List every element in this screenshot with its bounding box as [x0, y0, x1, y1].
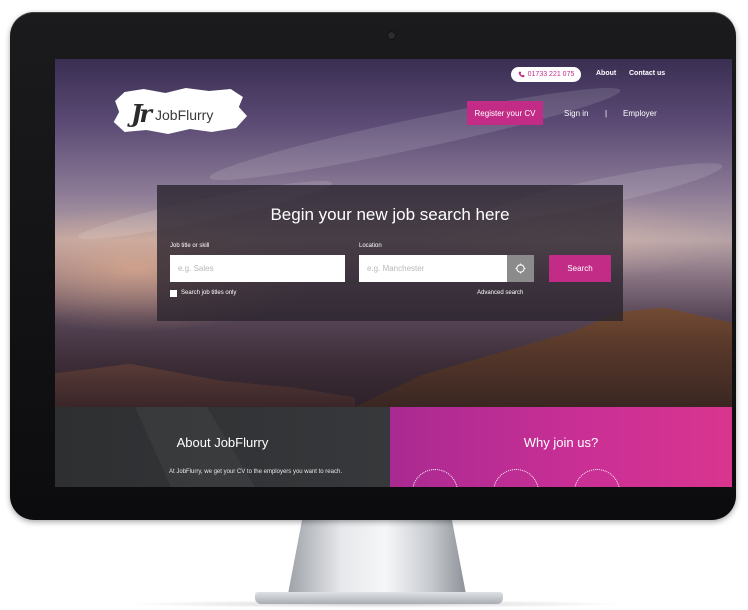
phone-button[interactable]: 01733 221 075: [511, 67, 581, 82]
job-titles-only-label: Search job titles only: [181, 290, 237, 296]
job-title-placeholder: e.g. Sales: [178, 264, 214, 273]
benefit-circle: [493, 469, 539, 487]
sky-cloud: [206, 75, 624, 193]
job-title-label: Job title or skill: [170, 243, 210, 249]
job-title-input[interactable]: e.g. Sales: [170, 255, 345, 282]
about-link[interactable]: About: [596, 70, 616, 77]
logo-mark[interactable]: Jr: [131, 99, 152, 128]
advanced-search-link[interactable]: Advanced search: [477, 290, 523, 296]
location-input[interactable]: e.g. Manchester: [359, 255, 507, 282]
search-title: Begin your new job search here: [270, 205, 510, 224]
register-cv-button[interactable]: Register your CV: [467, 101, 543, 125]
monitor-bezel: Jr JobFlurry 01733 221 075 About Contact…: [10, 12, 736, 520]
locate-button[interactable]: [507, 255, 534, 282]
employer-link[interactable]: Employer: [623, 109, 657, 118]
job-search-panel: Begin your new job search here Job title…: [157, 185, 623, 321]
phone-icon: [518, 71, 524, 78]
benefit-circle: [412, 469, 458, 487]
location-placeholder: e.g. Manchester: [367, 264, 425, 273]
contact-link[interactable]: Contact us: [629, 70, 665, 77]
mountain-left: [55, 363, 355, 407]
monitor-stand-base: [255, 592, 503, 604]
website-screen: Jr JobFlurry 01733 221 075 About Contact…: [55, 59, 732, 487]
job-titles-only-checkbox[interactable]: [170, 290, 177, 297]
why-join-title: Why join us?: [523, 435, 599, 450]
about-text: At JobFlurry, we get your CV to the empl…: [169, 469, 342, 475]
logo-text[interactable]: JobFlurry: [155, 107, 213, 123]
benefit-circle: [574, 469, 620, 487]
search-button[interactable]: Search: [549, 255, 611, 282]
sign-in-link[interactable]: Sign in: [564, 109, 588, 118]
about-section: About JobFlurry At JobFlurry, we get you…: [55, 407, 390, 487]
camera-icon: [388, 32, 395, 39]
monitor-stand: [288, 519, 466, 594]
about-title: About JobFlurry: [176, 435, 269, 450]
why-join-section: Why join us?: [390, 407, 732, 487]
location-label: Location: [359, 243, 382, 249]
phone-number: 01733 221 075: [527, 71, 575, 78]
locate-icon: [515, 263, 526, 274]
nav-separator: |: [605, 109, 608, 118]
